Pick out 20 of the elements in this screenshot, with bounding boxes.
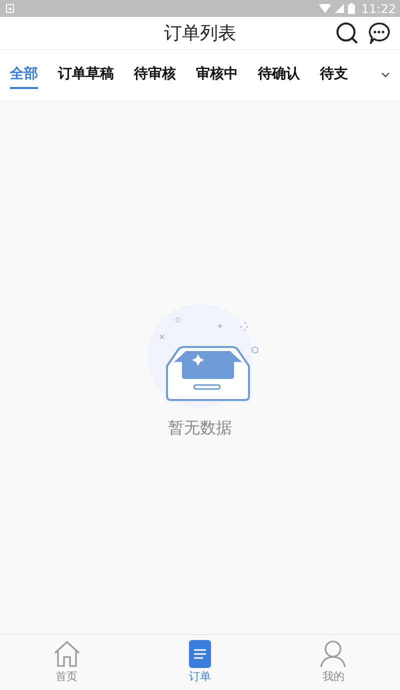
chevron-down-icon[interactable] (381, 72, 390, 78)
page-title: 订单列表 (164, 22, 236, 45)
person-icon (320, 640, 346, 668)
search-icon[interactable] (336, 22, 358, 44)
notification-icon (6, 4, 14, 13)
nav-item[interactable]: 订单 (150, 635, 250, 690)
filter-tab[interactable]: 待确认 (258, 61, 300, 89)
empty-message: 暂无数据 (168, 418, 232, 439)
signal-icon (335, 4, 344, 13)
chat-bubble-icon[interactable] (368, 22, 390, 44)
filter-tab[interactable]: 审核中 (196, 61, 238, 89)
wifi-icon (319, 4, 332, 13)
battery-icon (348, 3, 356, 14)
filter-tab[interactable]: 订单草稿 (58, 61, 114, 89)
filter-tab[interactable]: 待审核 (134, 61, 176, 89)
status-time: 11:22 (361, 2, 396, 16)
house-icon (52, 640, 81, 668)
filter-tab[interactable]: 全部 (10, 61, 38, 89)
document-icon (188, 640, 211, 668)
filter-tab[interactable]: 待支 (320, 61, 348, 89)
